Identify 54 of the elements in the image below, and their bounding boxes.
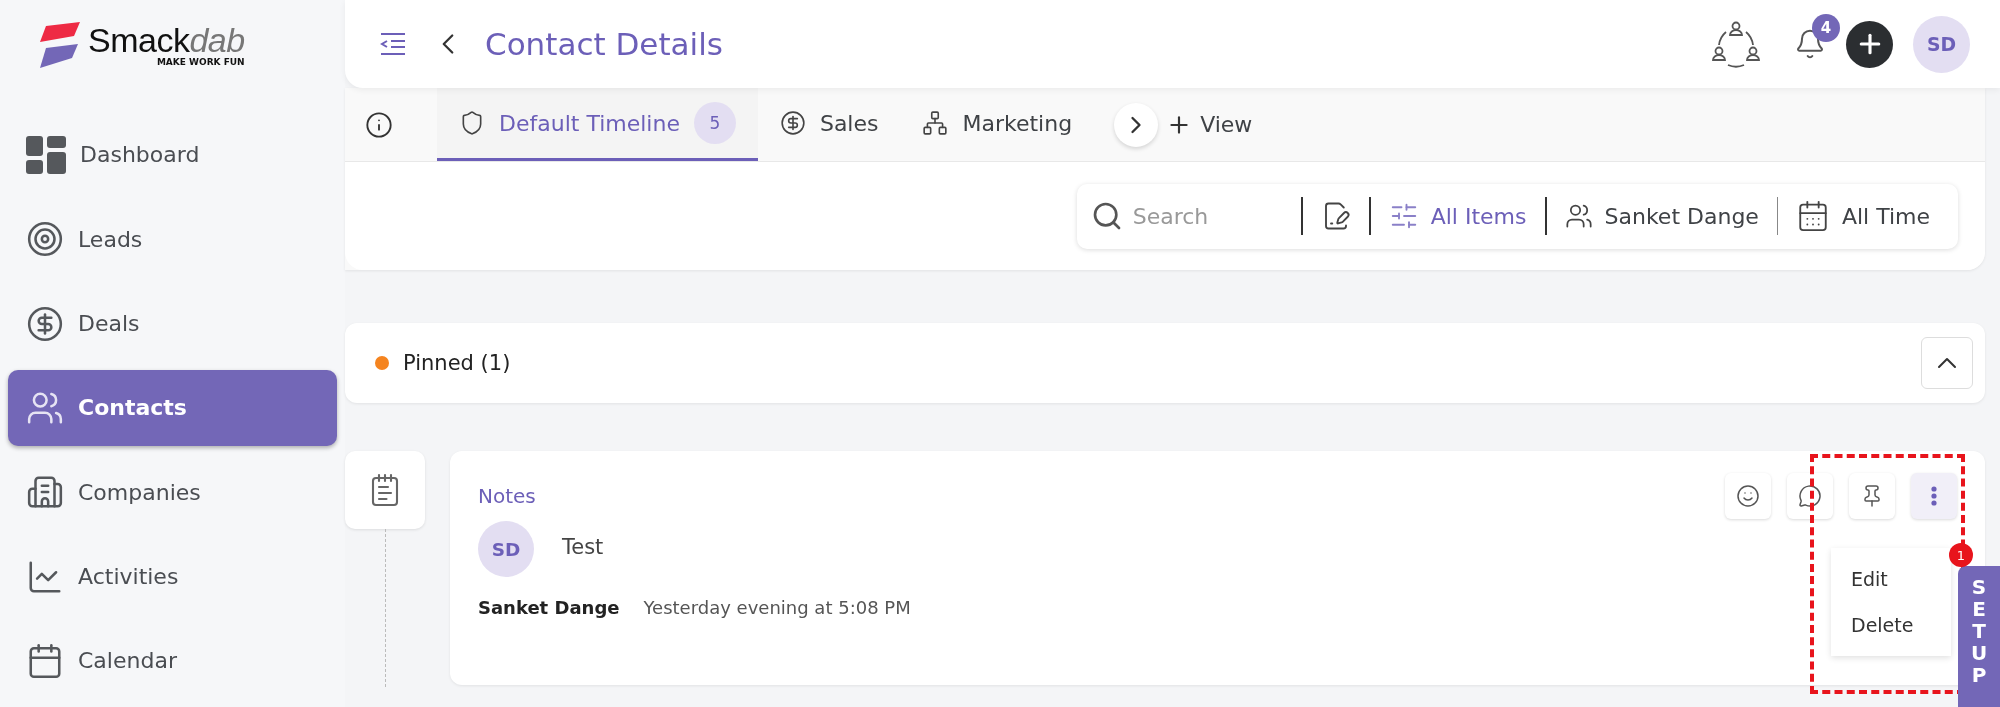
note-author: Sanket Dange xyxy=(478,597,620,618)
add-view-button[interactable]: View xyxy=(1166,88,1253,161)
note-text: Test xyxy=(562,535,604,559)
logo-wordmark: Smackdab xyxy=(88,23,245,58)
user-filter[interactable]: Sanket Dange xyxy=(1564,202,1759,230)
sidebar-item[interactable]: Activities xyxy=(8,538,337,615)
dollar-icon xyxy=(26,304,64,343)
status-dot xyxy=(375,356,389,370)
calendar-icon xyxy=(26,641,64,680)
tab-label: Marketing xyxy=(962,110,1073,136)
dollar-icon xyxy=(779,110,806,136)
sidebar-item[interactable]: Leads xyxy=(8,201,337,278)
smile-icon xyxy=(1736,484,1760,508)
page-title: Contact Details xyxy=(485,26,723,62)
info-icon[interactable] xyxy=(365,110,393,139)
sidebar-item[interactable]: Calendar xyxy=(8,622,337,699)
view-tab[interactable]: Default Timeline 5 xyxy=(437,88,758,161)
menu-item[interactable]: Edit xyxy=(1831,556,1951,602)
target-icon xyxy=(26,220,64,259)
network-icon xyxy=(922,110,949,136)
team-icon[interactable] xyxy=(1712,20,1760,68)
logo-icon xyxy=(38,22,82,69)
sidebar-item[interactable]: Dashboard xyxy=(8,116,337,194)
tab-label: Sales xyxy=(819,110,879,136)
sidebar-item[interactable]: Contacts xyxy=(8,369,337,447)
logo-tagline: MAKE WORK FUN xyxy=(156,57,245,68)
user-avatar[interactable]: SD xyxy=(1913,15,1970,73)
tab-count: 5 xyxy=(693,102,736,144)
collapse-menu-icon[interactable] xyxy=(379,32,407,56)
add-button[interactable] xyxy=(1846,20,1893,68)
comment-button[interactable] xyxy=(1787,473,1833,519)
pin-button[interactable] xyxy=(1849,473,1895,519)
author-avatar: SD xyxy=(478,521,534,577)
setup-tab[interactable]: SETUP xyxy=(1958,566,2000,707)
scroll-tabs-button[interactable] xyxy=(1114,102,1159,147)
tab-label: Default Timeline xyxy=(499,110,680,136)
comment-icon xyxy=(1798,484,1822,508)
more-button[interactable] xyxy=(1911,473,1957,519)
search-field[interactable]: Search xyxy=(1130,202,1261,230)
notification-badge: 4 xyxy=(1812,14,1840,42)
dashboard-icon xyxy=(26,135,66,174)
sidebar-item[interactable]: Deals xyxy=(8,285,337,362)
view-tab[interactable]: Marketing xyxy=(900,88,1095,161)
sidebar-item[interactable]: Companies xyxy=(8,454,337,531)
note-time: Yesterday evening at 5:08 PM xyxy=(643,597,911,618)
date-filter[interactable]: All Time xyxy=(1795,199,1930,233)
pinned-label: Pinned (1) xyxy=(403,351,512,375)
users-icon xyxy=(1564,202,1593,230)
reaction-button[interactable] xyxy=(1725,473,1771,519)
view-tab[interactable]: Sales xyxy=(757,88,901,161)
more-icon xyxy=(1931,486,1937,506)
menu-item[interactable]: Delete xyxy=(1831,602,1951,648)
note-type: Notes xyxy=(478,484,537,508)
item-filter[interactable]: All Items xyxy=(1388,201,1527,231)
